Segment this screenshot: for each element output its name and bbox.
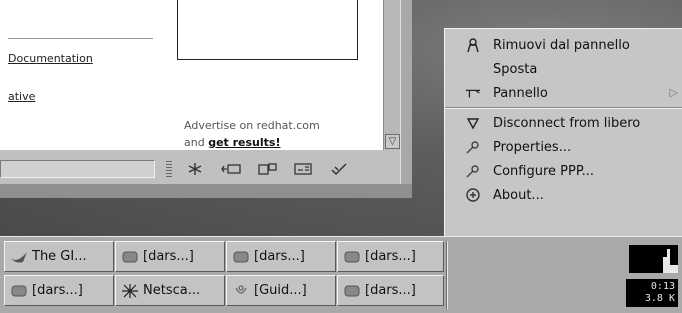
terminal-icon <box>343 283 361 299</box>
menu-item-configure-ppp[interactable]: Configure PPP... <box>445 159 682 183</box>
menu-item-panel[interactable]: Pannello ▷ <box>445 81 682 105</box>
netscape-window: Documentation ative Advertise on redhat.… <box>0 0 412 198</box>
scroll-down-icon: ▽ <box>388 136 397 147</box>
task-label: [dars...] <box>254 249 305 264</box>
task-label: [Guid...] <box>254 283 307 298</box>
get-results-link[interactable]: get results! <box>208 136 280 149</box>
task-label: [dars...] <box>143 249 194 264</box>
task-button[interactable]: [dars...] <box>115 241 225 272</box>
component-bar <box>162 159 394 179</box>
panel-icon <box>465 85 481 101</box>
menu-item-label: Configure PPP... <box>493 163 595 179</box>
navigator-icon[interactable] <box>182 160 208 178</box>
task-label: Netsca... <box>143 283 201 298</box>
ppp-connect-time: 0:13 <box>650 281 675 292</box>
ppp-stats[interactable]: 0:13 3.8 K <box>626 279 678 307</box>
ppp-transfer-rate: 3.8 K <box>644 293 675 304</box>
window-frame-right <box>400 0 412 198</box>
ative-link[interactable]: ative <box>8 90 35 103</box>
menu-item-label: About... <box>493 187 544 203</box>
task-button[interactable]: [dars...] <box>337 241 444 272</box>
task-label: [dars...] <box>32 283 83 298</box>
ad-line-1: Advertise on redhat.com <box>184 119 320 132</box>
menu-item-label: Disconnect from libero <box>493 115 641 131</box>
ppp-load-graph[interactable] <box>629 245 678 273</box>
submenu-arrow-icon: ▷ <box>669 86 678 99</box>
terminal-icon <box>232 249 250 265</box>
task-button[interactable]: [Guid...] <box>226 275 336 306</box>
menu-item-remove-from-panel[interactable]: Rimuovi dal pannello <box>445 33 682 57</box>
scroll-down-button[interactable]: ▽ <box>385 134 400 149</box>
menu-item-label: Properties... <box>493 139 572 155</box>
properties-icon <box>465 139 481 155</box>
window-bottom-frame <box>0 184 412 198</box>
menu-separator <box>445 107 682 109</box>
task-label: [dars...] <box>365 249 416 264</box>
configure-icon <box>465 163 481 179</box>
about-icon <box>465 187 481 203</box>
menu-item-move[interactable]: Sposta <box>445 57 682 81</box>
netscape-icon <box>121 283 139 299</box>
remove-icon <box>465 37 481 53</box>
documentation-link[interactable]: Documentation <box>8 52 93 65</box>
panel-separator <box>446 241 448 309</box>
gimp-icon <box>10 249 28 265</box>
page-content: Documentation ative Advertise on redhat.… <box>0 0 383 150</box>
menu-item-about[interactable]: About... <box>445 183 682 207</box>
task-label: [dars...] <box>365 283 416 298</box>
terminal-icon <box>10 283 28 299</box>
gnome-panel: The GI... [dars...] [dars...] [dars...] … <box>0 236 682 313</box>
mail-icon[interactable] <box>218 160 244 178</box>
component-bar-grip[interactable] <box>166 161 172 177</box>
ad-text: Advertise on redhat.com and get results! <box>184 117 320 151</box>
tasklist: The GI... [dars...] [dars...] [dars...] … <box>4 241 444 309</box>
ad-banner-box <box>177 0 358 60</box>
menu-item-label: Rimuovi dal pannello <box>493 37 630 53</box>
ad-line-2: and get results! <box>184 134 320 151</box>
task-button[interactable]: Netsca... <box>115 275 225 306</box>
ad-line-2-prefix: and <box>184 136 209 149</box>
terminal-icon <box>121 249 139 265</box>
terminal-icon <box>343 249 361 265</box>
task-button[interactable]: [dars...] <box>337 275 444 306</box>
menu-item-disconnect[interactable]: Disconnect from libero <box>445 111 682 135</box>
status-field <box>0 160 155 178</box>
menu-item-label: Pannello <box>493 85 548 101</box>
menu-item-properties[interactable]: Properties... <box>445 135 682 159</box>
address-book-icon[interactable] <box>290 160 316 178</box>
task-button[interactable]: [dars...] <box>4 275 114 306</box>
status-bar <box>0 157 400 181</box>
vertical-scrollbar[interactable]: ▽ <box>383 0 400 150</box>
task-button[interactable]: The GI... <box>4 241 114 272</box>
disconnect-icon <box>465 115 481 131</box>
menu-item-label: Sposta <box>493 61 538 77</box>
content-rule <box>8 38 153 39</box>
security-icon[interactable] <box>326 160 352 178</box>
composer-icon[interactable] <box>254 160 280 178</box>
guide-icon <box>232 283 250 299</box>
task-label: The GI... <box>32 249 87 264</box>
task-button[interactable]: [dars...] <box>226 241 336 272</box>
panel-context-menu: Rimuovi dal pannello Sposta Pannello ▷ D… <box>444 28 682 236</box>
